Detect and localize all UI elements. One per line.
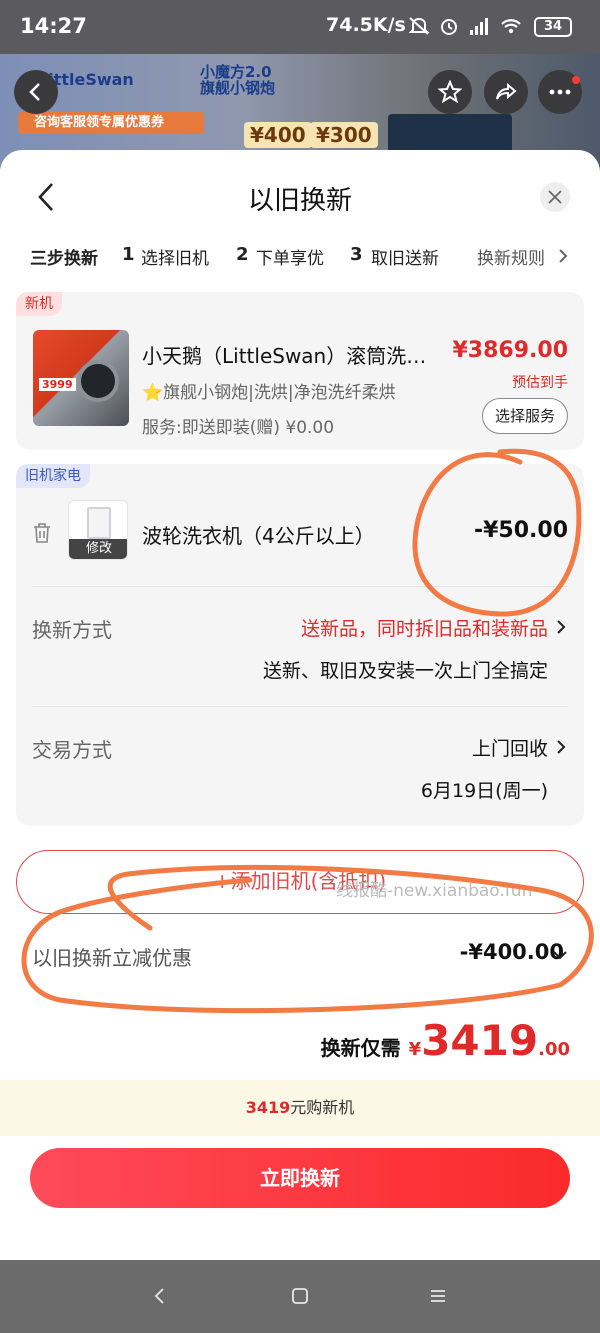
select-service-button[interactable]: 选择服务 <box>482 398 568 434</box>
star-icon: ⭐ <box>142 383 164 403</box>
chevron-down-icon[interactable] <box>552 950 568 960</box>
currency-symbol: ¥ <box>408 1039 422 1060</box>
trade-in-now-button[interactable]: 立即换新 <box>30 1148 570 1208</box>
steps-label: 三步换新 <box>30 249 98 269</box>
product-thumbnail[interactable]: 3999 <box>33 330 129 426</box>
exchange-method-label: 换新方式 <box>32 618 112 642</box>
new-machine-tag: 新机 <box>16 292 62 316</box>
favorite-button[interactable] <box>428 70 472 114</box>
chevron-right-icon <box>557 740 566 754</box>
coupon-badge: ¥400 <box>244 122 312 148</box>
signal-icon <box>470 18 488 35</box>
exchange-method-value[interactable]: 送新品，同时拆旧品和装新品 <box>301 614 548 641</box>
trade-method-label: 交易方式 <box>32 738 112 762</box>
divider <box>32 706 568 707</box>
edit-button[interactable]: 修改 <box>69 539 127 559</box>
system-nav-bar <box>0 1260 600 1333</box>
close-icon <box>548 190 562 204</box>
product-name[interactable]: 小天鹅（LittleSwan）滚筒洗衣机 <box>142 340 442 369</box>
share-button[interactable] <box>484 70 528 114</box>
trade-in-sheet: 以旧换新 三步换新 1 选择旧机 2 下单享优 3 取旧送新 换新规则 新机 3… <box>0 150 600 1260</box>
status-time: 14:27 <box>20 14 87 38</box>
washer-icon <box>87 507 111 539</box>
steps-bar: 三步换新 1 选择旧机 2 下单享优 3 取旧送新 换新规则 <box>30 244 570 274</box>
notice-text: 元购新机 <box>290 1098 355 1117</box>
discount-label: 以旧换新立减优惠 <box>32 946 192 970</box>
step-text: 取旧送新 <box>371 249 439 269</box>
rules-link[interactable]: 换新规则 <box>477 244 545 269</box>
step-text: 下单享优 <box>256 249 324 269</box>
trash-icon[interactable] <box>32 522 52 544</box>
back-arrow-icon <box>29 83 40 101</box>
nav-back-icon[interactable] <box>150 1286 170 1306</box>
chevron-right-icon <box>557 620 566 634</box>
purchase-notice: 3419元购新机 <box>0 1080 600 1136</box>
total-decimal: .00 <box>538 1039 570 1060</box>
old-machine-card: 旧机家电 修改 波轮洗衣机（4公斤以上） -¥50.00 换新方式 送新品，同时… <box>16 464 584 826</box>
notice-amount: 3419 <box>245 1098 291 1117</box>
sheet-title: 以旧换新 <box>247 186 352 216</box>
old-machine-price: -¥50.00 <box>473 518 568 543</box>
total-label: 换新仅需 <box>320 1036 401 1060</box>
total-integer: 3419 <box>421 1016 539 1065</box>
thumb-price: 3999 <box>39 378 76 391</box>
nav-home-icon[interactable] <box>290 1286 310 1306</box>
exchange-method-note: 送新、取旧及安装一次上门全搞定 <box>262 660 548 682</box>
notification-dot <box>572 76 580 84</box>
old-machine-tag: 旧机家电 <box>16 464 90 488</box>
mute-icon <box>408 17 430 35</box>
washer-drum-icon <box>77 360 119 402</box>
product-service: 服务:即送即装(赠) ¥0.00 <box>142 418 335 438</box>
discount-value[interactable]: -¥400.00 <box>460 940 564 964</box>
star-icon <box>438 80 462 104</box>
network-speed: 74.5K/s <box>326 14 406 36</box>
watermark: 线报酷-new.xianbao.fun <box>336 881 533 901</box>
chevron-right-icon <box>559 249 568 263</box>
trade-date: 6月19日(周一) <box>420 780 548 802</box>
coupon-badge: ¥300 <box>310 122 378 148</box>
trade-method-value[interactable]: 上门回收 <box>472 734 548 761</box>
total-price: 换新仅需 ¥3419.00 <box>321 1016 570 1065</box>
step-number: 1 <box>122 244 135 265</box>
alarm-icon <box>441 19 457 35</box>
brand-series: 小魔方2.0 旗舰小钢炮 <box>200 63 276 97</box>
battery-indicator: 34 <box>534 17 572 37</box>
old-machine-name: 波轮洗衣机（4公斤以上） <box>142 524 375 548</box>
more-icon <box>549 89 571 95</box>
old-machine-thumbnail[interactable]: 修改 <box>68 500 128 560</box>
step-number: 3 <box>350 244 363 265</box>
subtitle-text: 旗舰小钢炮|洗烘|净泡洗纤柔烘 <box>163 383 396 403</box>
product-subtitle: ⭐旗舰小钢炮|洗烘|净泡洗纤柔烘 <box>142 378 396 403</box>
share-icon <box>496 82 517 100</box>
step-number: 2 <box>236 244 249 265</box>
wifi-icon <box>501 19 521 34</box>
product-price: ¥3869.00 <box>452 338 568 363</box>
price-note: 预估到手 <box>512 375 568 391</box>
new-machine-card: 新机 3999 小天鹅（LittleSwan）滚筒洗衣机 ⭐旗舰小钢炮|洗烘|净… <box>16 292 584 450</box>
divider <box>32 586 568 587</box>
promo-banner: 咨询客服领专属优惠券 <box>18 112 204 134</box>
nav-menu-icon[interactable] <box>428 1286 448 1306</box>
page-back-button[interactable] <box>14 70 58 114</box>
step-text: 选择旧机 <box>141 249 209 269</box>
status-bar: 14:27 74.5K/s 34 <box>0 0 600 54</box>
close-button[interactable] <box>540 182 570 212</box>
